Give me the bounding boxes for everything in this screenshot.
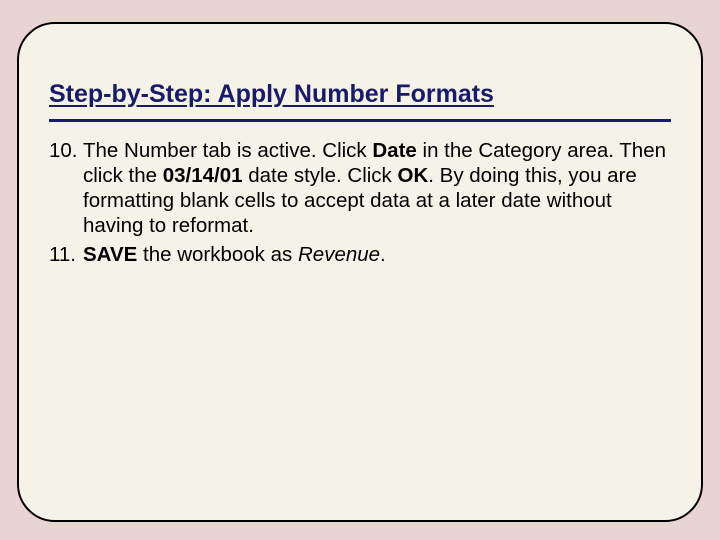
slide-card: Step-by-Step: Apply Number Formats 10. T…: [17, 22, 703, 522]
list-item: 11. SAVE the workbook as Revenue.: [49, 242, 671, 267]
step-number: 10.: [49, 138, 83, 238]
slide-title: Step-by-Step: Apply Number Formats: [49, 80, 671, 122]
slide-body: 10. The Number tab is active. Click Date…: [49, 138, 671, 267]
step-text: The Number tab is active. Click Date in …: [83, 138, 671, 238]
step-text: SAVE the workbook as Revenue.: [83, 242, 671, 267]
step-number: 11.: [49, 242, 83, 267]
list-item: 10. The Number tab is active. Click Date…: [49, 138, 671, 238]
